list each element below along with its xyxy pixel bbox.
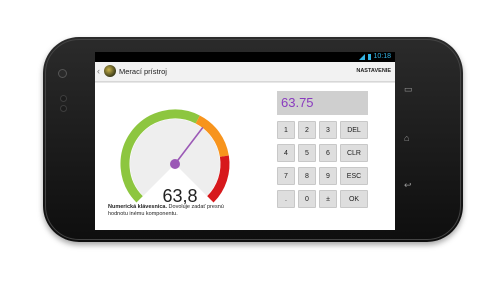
key-plusminus[interactable]: ±: [319, 190, 337, 208]
key-2[interactable]: 2: [298, 121, 316, 139]
app-logo-icon[interactable]: [104, 65, 116, 77]
keypad-display: 63.75: [277, 91, 368, 115]
key-dot[interactable]: .: [277, 190, 295, 208]
key-5[interactable]: 5: [298, 144, 316, 162]
action-bar: ‹ Merací prístroj NASTAVENIE: [95, 62, 395, 82]
gauge-hub: [170, 159, 180, 169]
battery-icon: [368, 54, 371, 60]
home-icon[interactable]: ⌂: [404, 133, 409, 143]
screen: 10:18 ‹ Merací prístroj NASTAVENIE 63,8 …: [95, 52, 395, 230]
key-ok[interactable]: OK: [340, 190, 368, 208]
status-bar: 10:18: [95, 52, 395, 62]
key-4[interactable]: 4: [277, 144, 295, 162]
key-6[interactable]: 6: [319, 144, 337, 162]
key-del[interactable]: DEL: [340, 121, 368, 139]
up-caret-icon[interactable]: ‹: [97, 66, 100, 76]
key-clr[interactable]: CLR: [340, 144, 368, 162]
key-9[interactable]: 9: [319, 167, 337, 185]
key-1[interactable]: 1: [277, 121, 295, 139]
settings-button[interactable]: NASTAVENIE: [356, 67, 391, 76]
sensor-dot: [60, 95, 67, 102]
front-camera: [58, 69, 67, 78]
key-0[interactable]: 0: [298, 190, 316, 208]
key-8[interactable]: 8: [298, 167, 316, 185]
sensor-dot: [60, 105, 67, 112]
recent-apps-icon[interactable]: ▭: [404, 84, 413, 95]
keypad-display-value: 63.75: [281, 95, 314, 110]
key-esc[interactable]: ESC: [340, 167, 368, 185]
key-7[interactable]: 7: [277, 167, 295, 185]
signal-icon: [359, 54, 365, 60]
status-time: 10:18: [373, 53, 391, 60]
numeric-keypad: 63.75 1 2 3 DEL 4 5 6 CLR 7 8 9 ESC. 0 ± OK: [277, 91, 370, 226]
component-description: Numerická klávesnica. Dovoluje zadať pre…: [108, 204, 233, 218]
key-3[interactable]: 3: [319, 121, 337, 139]
description-bold: Numerická klávesnica.: [108, 204, 168, 210]
page-title: Merací prístroj: [119, 67, 167, 76]
back-icon[interactable]: ↩: [404, 180, 412, 191]
